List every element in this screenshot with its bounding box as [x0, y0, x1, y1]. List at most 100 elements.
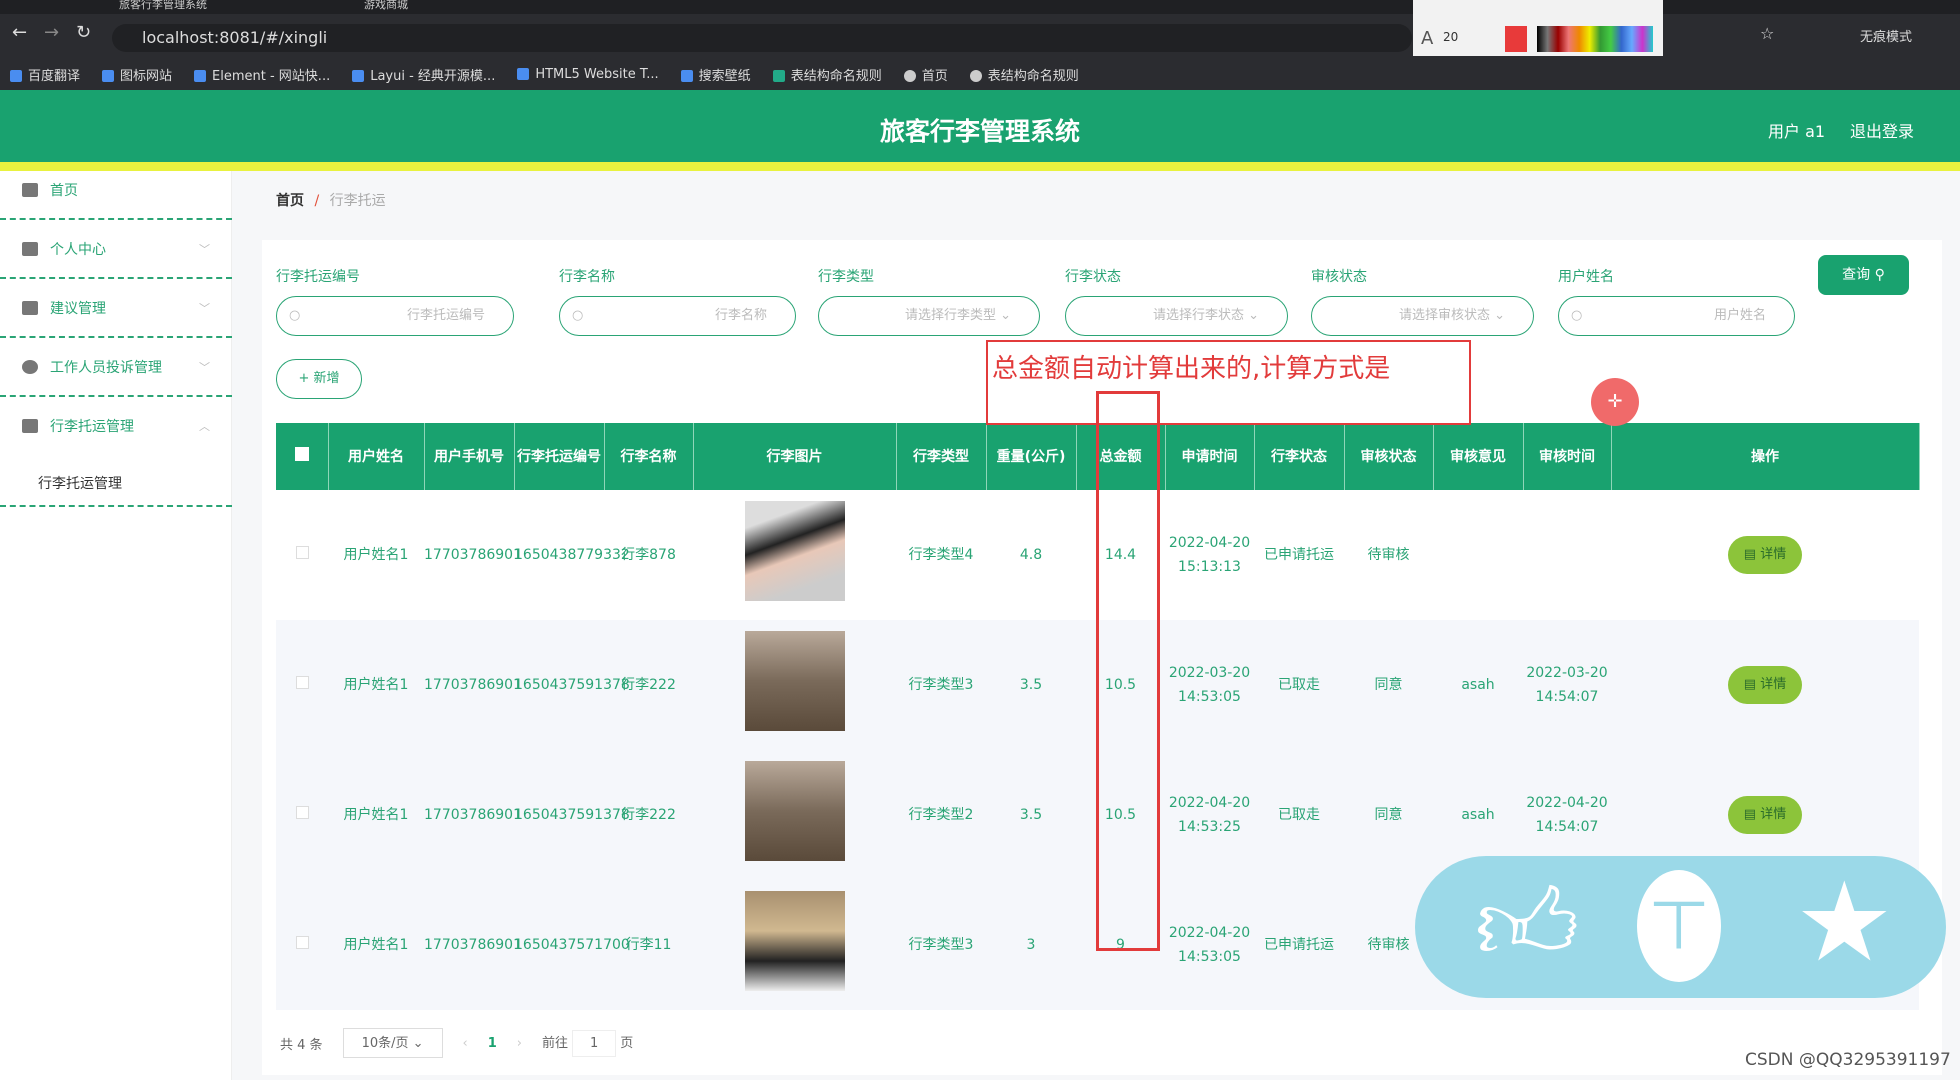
table-cell: 2022-03-20 14:54:07 [1523, 620, 1611, 750]
column-header: 行李图片 [693, 423, 897, 490]
search-icon: ⚲ [1874, 267, 1885, 283]
table-cell: 2022-03-20 14:53:05 [1165, 620, 1254, 750]
table-cell: 3.5 [986, 620, 1076, 750]
coin-icon[interactable]: 丅 [1637, 870, 1721, 982]
sidebar-item-label: 建议管理 [50, 301, 106, 317]
select-all-checkbox[interactable] [276, 423, 329, 490]
table-cell: 2022-04-20 14:53:25 [1165, 750, 1254, 880]
back-icon[interactable]: ← [12, 22, 27, 43]
table-cell: 1650437571700 [514, 880, 630, 1010]
bookmark[interactable]: 表结构命名规则 [772, 65, 882, 84]
table-cell: 同意 [1344, 620, 1433, 750]
detail-button[interactable]: ▤ 详情 [1728, 536, 1802, 574]
sidebar-item-home[interactable]: 首页 [0, 161, 232, 219]
table-cell: asah [1433, 620, 1523, 750]
annotation-text: 总金额自动计算出来的,计算方式是 [992, 354, 1391, 384]
row-checkbox[interactable] [276, 750, 328, 880]
sidebar-item-label: 行李托运管理 [50, 419, 134, 435]
query-button[interactable]: 查询 ⚲ [1818, 255, 1909, 295]
next-page-icon[interactable]: › [517, 1036, 522, 1051]
color-swatch-selected[interactable] [1505, 26, 1527, 52]
ticket-icon [22, 301, 38, 315]
page-number[interactable]: 1 [488, 1036, 497, 1051]
browser-tab[interactable]: 游戏商城 [340, 0, 500, 14]
document-icon: ▤ [1743, 807, 1757, 822]
breadcrumb-home[interactable]: 首页 [276, 193, 304, 209]
reload-icon[interactable]: ↻ [76, 22, 91, 43]
color-palette[interactable] [1537, 26, 1653, 52]
column-header: 行李状态 [1254, 423, 1345, 490]
breadcrumb-current: 行李托运 [329, 193, 386, 209]
row-checkbox[interactable] [276, 620, 328, 750]
column-header: 行李托运编号 [514, 423, 605, 490]
star-icon[interactable]: ★ [1795, 862, 1894, 982]
column-header: 申请时间 [1165, 423, 1255, 490]
filter-user-input[interactable]: ○ 用户姓名 [1558, 296, 1795, 336]
url-input[interactable]: localhost:8081/#/xingli [112, 24, 1412, 52]
filter-label: 行李托运编号 [276, 269, 360, 285]
incognito-label: 无痕模式 [1860, 30, 1913, 45]
column-header: 审核意见 [1433, 423, 1524, 490]
table-cell: 已取走 [1254, 750, 1344, 880]
row-checkbox[interactable] [276, 880, 328, 1010]
filter-audit-select[interactable]: 请选择审核状态 ⌄ [1311, 296, 1534, 336]
filter-name-input[interactable]: ○ 行李名称 [559, 296, 796, 336]
sidebar: 首页 个人中心 ﹀ 建议管理 ﹀ 工作人员投诉管理 ﹀ 行李托运管理 ︿ 行李托运管理 [0, 171, 232, 1080]
column-header: 重量(公斤) [986, 423, 1077, 490]
filter-type-select[interactable]: 请选择行李类型 ⌄ [818, 296, 1040, 336]
thumbs-up-icon[interactable]: 👍︎ [1475, 870, 1580, 980]
goto-page-input[interactable]: 1 [572, 1029, 617, 1057]
annotation-toolbar: A 20 [1413, 0, 1663, 56]
bookmark[interactable]: Element - 网站快... [194, 65, 330, 84]
pagination: 共 4 条 10条/页 ⌄ ‹ 1 › 前往 1 页 [280, 1028, 633, 1058]
text-tool-icon[interactable]: A [1421, 28, 1433, 49]
watermark: CSDN @QQ3295391197 [1745, 1050, 1951, 1070]
column-header: 行李名称 [604, 423, 694, 490]
table-cell: 17703786901 [424, 547, 522, 563]
table-cell: 行李类型3 [896, 620, 986, 750]
browser-tab-bar: 旅客行李管理系统 游戏商城 [0, 0, 1960, 14]
column-header: 行李类型 [896, 423, 987, 490]
table-cell: 3.5 [986, 750, 1076, 880]
sidebar-subitem-luggage[interactable]: 行李托运管理 [0, 454, 232, 512]
detail-button[interactable]: ▤ 详情 [1728, 796, 1802, 834]
user-icon [22, 242, 38, 256]
document-icon: ▤ [1743, 547, 1757, 562]
bookmark[interactable]: 百度翻译 [10, 65, 80, 84]
font-size-select[interactable]: 20 [1443, 30, 1458, 44]
sidebar-item-complaints[interactable]: 工作人员投诉管理 ﹀ [0, 338, 232, 396]
bookmark[interactable]: 首页 [903, 65, 948, 84]
row-checkbox[interactable] [276, 490, 328, 620]
document-icon: ▤ [1743, 677, 1757, 692]
bookmark[interactable]: 表结构命名规则 [969, 65, 1079, 84]
page-size-select[interactable]: 10条/页 ⌄ [342, 1028, 443, 1058]
bookmark[interactable]: 搜索壁纸 [680, 65, 751, 84]
forward-icon[interactable]: → [44, 22, 59, 43]
sidebar-item-suggestions[interactable]: 建议管理 ﹀ [0, 279, 232, 337]
bookmark-star-icon[interactable]: ☆ [1760, 24, 1774, 43]
detail-button[interactable]: ▤ 详情 [1728, 666, 1802, 704]
filter-label: 审核状态 [1311, 269, 1367, 285]
filter-code-input[interactable]: ○ 行李托运编号 [276, 296, 514, 336]
header-stripe [0, 162, 1960, 171]
table-cell: 已申请托运 [1254, 880, 1344, 1010]
table-cell: 3 [986, 880, 1076, 1010]
table-cell: 17703786901 [424, 750, 522, 880]
bookmark[interactable]: 图标网站 [102, 65, 172, 84]
luggage-photo-cell [693, 620, 896, 750]
bookmark[interactable]: Layui - 经典开源模... [352, 65, 495, 84]
bookmark[interactable]: HTML5 Website T... [517, 67, 659, 82]
logout-link[interactable]: 退出登录 [1850, 118, 1914, 142]
luggage-photo-cell [693, 880, 896, 1010]
sidebar-item-luggage[interactable]: 行李托运管理 ︿ [0, 397, 232, 455]
table-cell: 4.8 [1019, 547, 1043, 563]
annotation-highlight-rect [1096, 391, 1160, 951]
table-cell: 用户姓名1 [328, 880, 424, 1010]
browser-tab-active[interactable]: 旅客行李管理系统 [95, 0, 255, 14]
prev-page-icon[interactable]: ‹ [463, 1036, 468, 1051]
sidebar-item-personal[interactable]: 个人中心 ﹀ [0, 220, 232, 278]
add-button[interactable]: + 新增 [276, 359, 362, 399]
bookmarks-bar: 百度翻译 图标网站 Element - 网站快... Layui - 经典开源模… [0, 58, 1960, 90]
filter-status-select[interactable]: 请选择行李状态 ⌄ [1065, 296, 1288, 336]
app-title: 旅客行李管理系统 [879, 117, 1080, 146]
